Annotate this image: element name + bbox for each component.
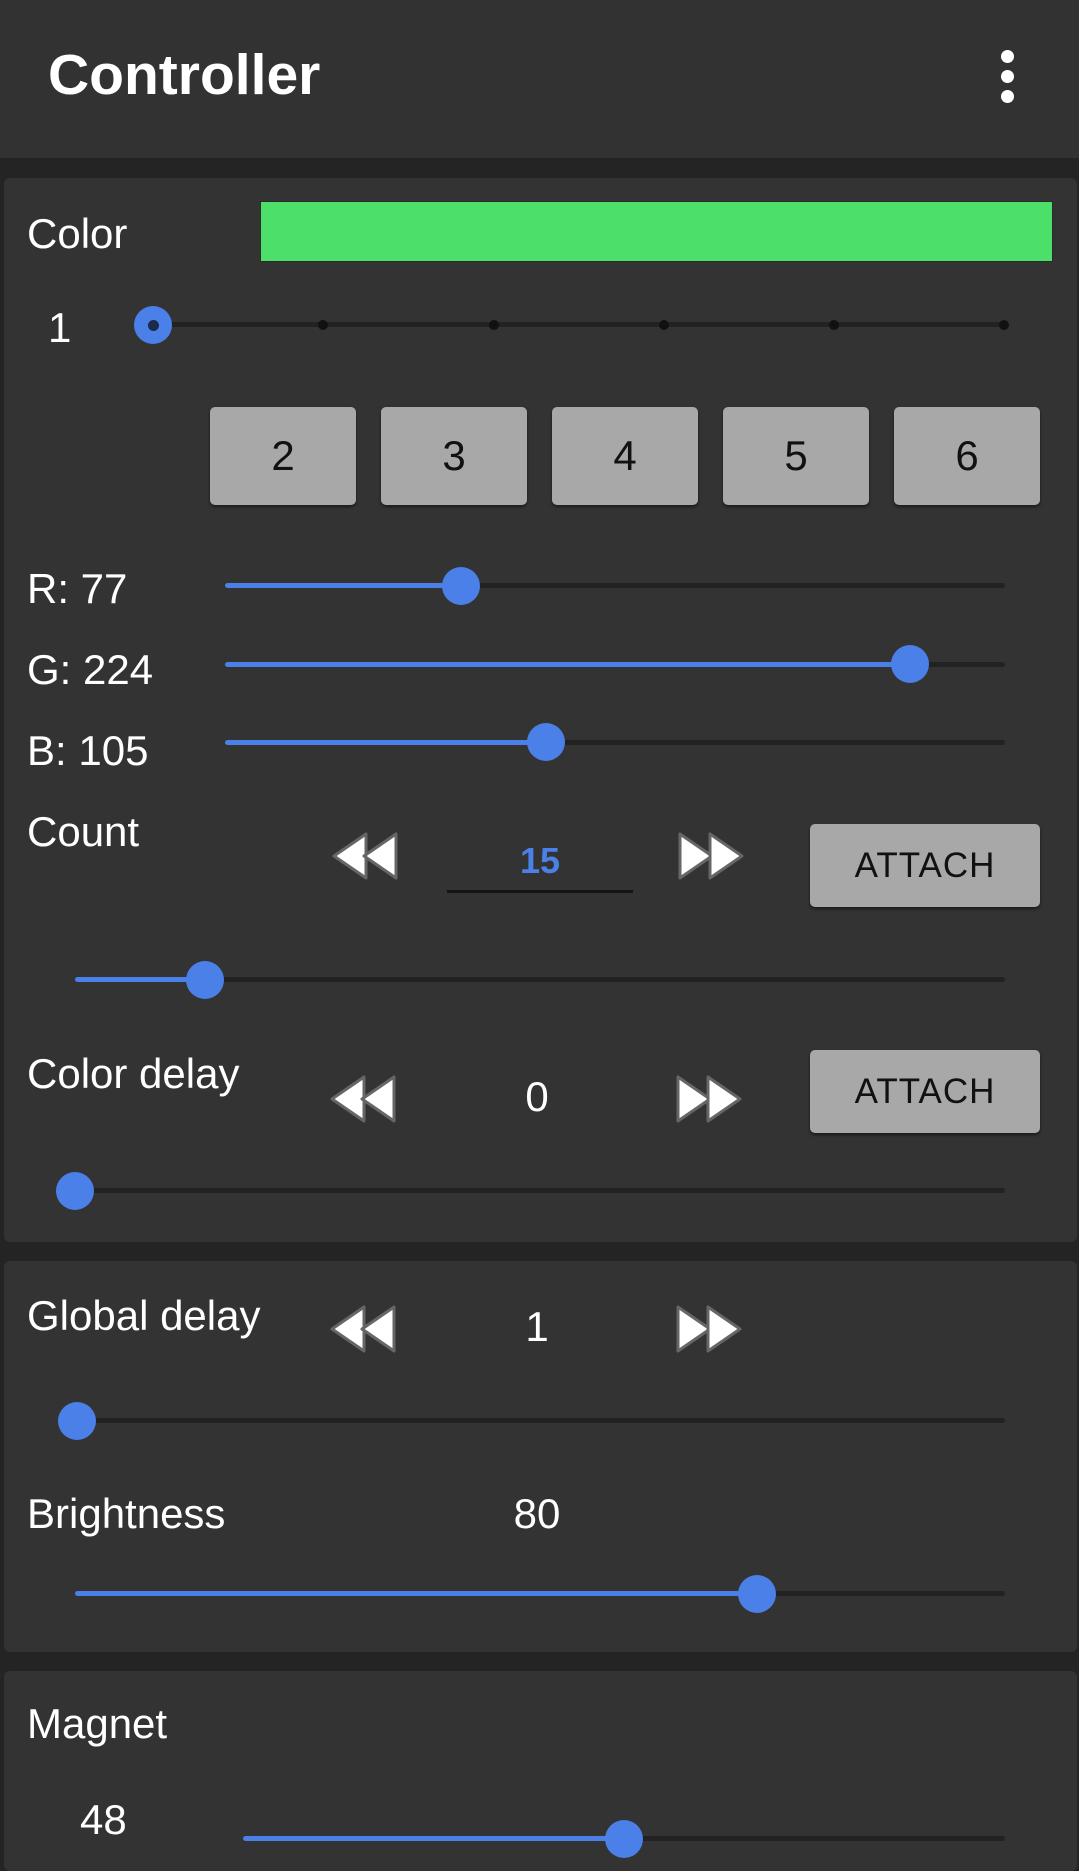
global-delay-thumb[interactable] [58, 1402, 96, 1440]
green-fill [225, 662, 910, 667]
count-attach-button[interactable]: ATTACH [810, 824, 1040, 907]
color-swatch[interactable] [260, 201, 1053, 262]
color-delay-label: Color delay [27, 1050, 240, 1097]
red-fill [225, 583, 461, 588]
blue-label: B: 105 [27, 727, 149, 774]
app-title: Controller [48, 43, 321, 107]
step-tick [999, 320, 1009, 330]
color-delay-value: 0 [525, 1073, 549, 1120]
overflow-menu-icon[interactable] [994, 50, 1022, 104]
green-thumb[interactable] [891, 645, 929, 683]
color-slot-4-button[interactable]: 4 [552, 407, 698, 505]
brightness-value: 80 [513, 1490, 561, 1537]
color-delay-attach-button[interactable]: ATTACH [810, 1050, 1040, 1133]
step-tick [659, 320, 669, 330]
brightness-thumb[interactable] [738, 1575, 776, 1613]
color-step-track[interactable] [152, 322, 1004, 327]
color-step-thumb[interactable] [134, 306, 172, 344]
count-thumb[interactable] [186, 961, 224, 999]
count-input[interactable]: 15 [450, 840, 630, 882]
global-delay-label: Global delay [27, 1292, 261, 1339]
color-slot-2-button[interactable]: 2 [210, 407, 356, 505]
color-delay-rewind-icon[interactable] [326, 1071, 398, 1127]
color-slot-6-button[interactable]: 6 [894, 407, 1040, 505]
count-rewind-icon[interactable] [328, 828, 400, 884]
step-tick [489, 320, 499, 330]
red-label: R: 77 [27, 565, 128, 612]
count-label: Count [27, 808, 140, 855]
global-delay-track[interactable] [77, 1418, 1005, 1423]
red-thumb[interactable] [442, 567, 480, 605]
step-tick [318, 320, 328, 330]
count-forward-icon[interactable] [676, 828, 748, 884]
magnet-thumb[interactable] [605, 1820, 643, 1858]
color-step-value: 1 [48, 304, 72, 351]
magnet-value: 48 [80, 1796, 127, 1843]
global-delay-forward-icon[interactable] [674, 1301, 746, 1357]
blue-thumb[interactable] [527, 723, 565, 761]
color-slot-3-button[interactable]: 3 [381, 407, 527, 505]
brightness-fill [75, 1591, 757, 1596]
color-slot-5-button[interactable]: 5 [723, 407, 869, 505]
blue-fill [225, 740, 546, 745]
brightness-label: Brightness [27, 1490, 226, 1537]
magnet-label: Magnet [27, 1700, 168, 1747]
step-tick [829, 320, 839, 330]
global-delay-value: 1 [525, 1303, 549, 1350]
count-input-underline [447, 890, 633, 893]
green-label: G: 224 [27, 646, 154, 693]
color-label: Color [27, 210, 128, 257]
color-delay-forward-icon[interactable] [674, 1071, 746, 1127]
color-delay-track[interactable] [75, 1188, 1005, 1193]
global-delay-rewind-icon[interactable] [326, 1301, 398, 1357]
color-delay-thumb[interactable] [56, 1172, 94, 1210]
